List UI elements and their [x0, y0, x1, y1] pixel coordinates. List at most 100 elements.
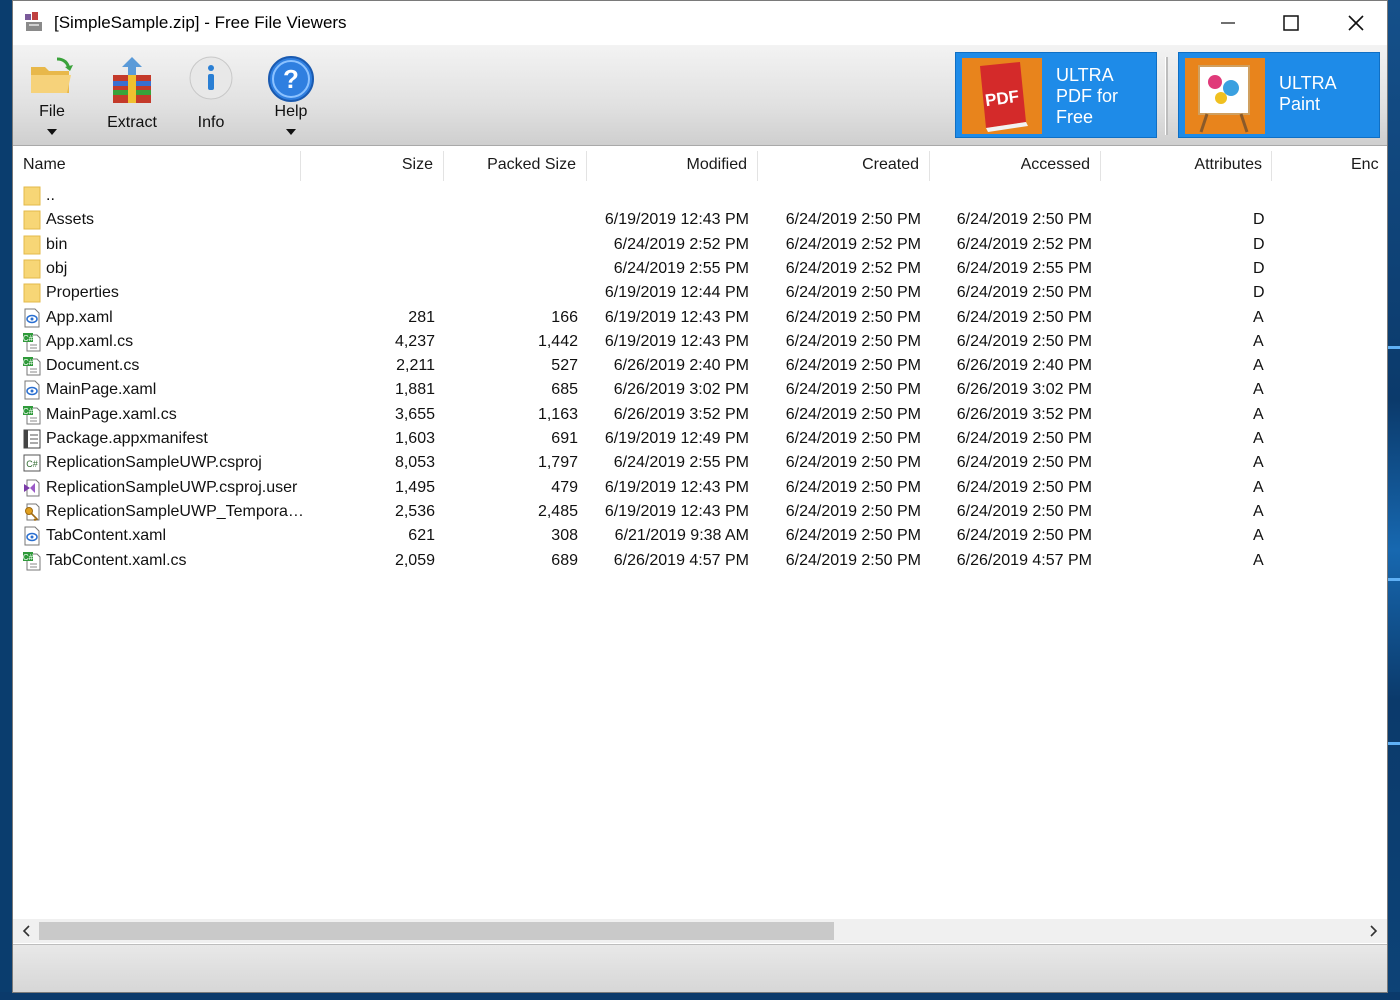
file-created: 6/24/2019 2:50 PM: [785, 454, 921, 472]
file-row[interactable]: MainPage.xaml 1,881 685 6/26/2019 3:02 PM 6/…: [13, 378, 1387, 402]
horizontal-scrollbar[interactable]: [13, 919, 1387, 943]
column-header-modified[interactable]: Modified: [687, 147, 747, 181]
file-size: 2,059: [394, 551, 435, 569]
extract-button[interactable]: Extract: [100, 53, 164, 143]
column-header-packed-size[interactable]: Packed Size: [487, 147, 576, 181]
column-header-name[interactable]: Name: [23, 147, 66, 181]
help-label: Help: [274, 103, 308, 120]
file-size: 1,495: [394, 478, 435, 496]
file-created: 6/24/2019 2:50 PM: [785, 308, 921, 326]
column-header-accessed[interactable]: Accessed: [1021, 147, 1090, 181]
ultra-pdf-line-3: Free: [1056, 107, 1094, 127]
desktop-background: [1386, 0, 1400, 1000]
file-accessed: 6/24/2019 2:50 PM: [956, 454, 1092, 472]
file-created: 6/24/2019 2:50 PM: [785, 332, 921, 350]
file-packed-size: 1,442: [537, 332, 578, 350]
file-packed-size: 689: [551, 551, 578, 569]
maximize-button[interactable]: [1258, 1, 1324, 45]
paint-easel-icon: [1185, 58, 1265, 134]
file-packed-size: 1,797: [537, 454, 578, 472]
folder-icon: [23, 210, 41, 230]
svg-text:C#: C#: [23, 334, 34, 343]
vs-file-icon: [23, 478, 41, 498]
scroll-right-button[interactable]: [1363, 919, 1385, 943]
column-header-row: Name Size Packed Size Modified Created A…: [13, 147, 1387, 181]
file-size: 8,053: [394, 454, 435, 472]
toolbar-divider: [1165, 57, 1168, 135]
help-question-icon: ?: [268, 56, 314, 102]
file-row[interactable]: C# Document.cs 2,211 527 6/26/2019 2:40 PM 6/…: [13, 354, 1387, 378]
chevron-right-icon: [1370, 925, 1378, 937]
file-row[interactable]: C# MainPage.xaml.cs 3,655 1,163 6/26/2019 3:…: [13, 403, 1387, 427]
file-accessed: 6/26/2019 3:52 PM: [956, 405, 1092, 423]
file-row[interactable]: obj 6/24/2019 2:55 PM 6/24/2019 2:52 PM 6/2…: [13, 257, 1387, 281]
ultra-paint-line-2: Paint: [1279, 94, 1321, 114]
ultra-pdf-line-1: ULTRA: [1056, 65, 1114, 85]
column-header-attributes[interactable]: Attributes: [1194, 147, 1262, 181]
minimize-button[interactable]: [1195, 1, 1261, 45]
scroll-left-button[interactable]: [15, 919, 37, 943]
file-attributes: D: [1253, 284, 1265, 302]
file-packed-size: 685: [551, 381, 578, 399]
file-row[interactable]: TabContent.xaml 621 308 6/21/2019 9:38 AM 6/…: [13, 524, 1387, 548]
file-row[interactable]: App.xaml 281 166 6/19/2019 12:43 PM 6/24/201…: [13, 306, 1387, 330]
file-row[interactable]: bin 6/24/2019 2:52 PM 6/24/2019 2:52 PM 6/2…: [13, 233, 1387, 257]
file-attributes: A: [1253, 527, 1264, 545]
file-accessed: 6/24/2019 2:52 PM: [956, 235, 1092, 253]
xaml-file-icon: [23, 380, 41, 400]
extract-archive-icon: [113, 57, 151, 103]
folder-icon: [23, 235, 41, 255]
file-name: Package.appxmanifest: [46, 430, 208, 447]
file-row[interactable]: C# TabContent.xaml.cs 2,059 689 6/26/2019 4:…: [13, 549, 1387, 573]
open-folder-icon: [31, 57, 73, 93]
extract-label: Extract: [107, 114, 157, 131]
info-button[interactable]: Info: [179, 53, 243, 143]
file-name: TabContent.xaml.cs: [46, 551, 187, 569]
file-attributes: A: [1253, 405, 1264, 423]
info-icon: [189, 56, 233, 100]
file-name: bin: [46, 235, 68, 253]
file-row[interactable]: Properties 6/19/2019 12:44 PM 6/24/2019 2:…: [13, 281, 1387, 305]
csharp-file-icon: C#: [23, 551, 41, 571]
file-accessed: 6/24/2019 2:50 PM: [956, 478, 1092, 496]
file-row[interactable]: ..: [13, 184, 1387, 208]
file-attributes: A: [1253, 381, 1264, 399]
file-menu-button[interactable]: File: [20, 53, 84, 143]
column-header-created[interactable]: Created: [862, 147, 919, 181]
column-header-encrypted[interactable]: Enc: [1351, 147, 1387, 181]
minimize-icon: [1221, 22, 1235, 24]
file-row[interactable]: ReplicationSampleUWP.csproj.user 1,495 479…: [13, 476, 1387, 500]
file-created: 6/24/2019 2:50 PM: [785, 430, 921, 447]
title-bar[interactable]: [SimpleSample.zip] - Free File Viewers: [13, 1, 1387, 45]
file-packed-size: 527: [551, 357, 578, 375]
file-created: 6/24/2019 2:52 PM: [785, 259, 921, 277]
file-accessed: 6/24/2019 2:50 PM: [956, 332, 1092, 350]
file-attributes: A: [1253, 454, 1264, 472]
file-row[interactable]: Package.appxmanifest 1,603 691 6/19/2019 12…: [13, 427, 1387, 451]
file-packed-size: 308: [551, 527, 578, 545]
svg-text:C#: C#: [26, 459, 38, 469]
file-accessed: 6/24/2019 2:50 PM: [956, 284, 1092, 302]
file-size: 621: [408, 527, 435, 545]
file-modified: 6/21/2019 9:38 AM: [614, 527, 749, 545]
file-row[interactable]: C# App.xaml.cs 4,237 1,442 6/19/2019 12:43 P…: [13, 330, 1387, 354]
help-menu-button[interactable]: ? Help: [259, 53, 323, 143]
scrollbar-thumb[interactable]: [39, 922, 834, 940]
ultra-paint-ad-button[interactable]: ULTRA Paint: [1178, 52, 1380, 138]
file-modified: 6/26/2019 4:57 PM: [613, 551, 749, 569]
close-button[interactable]: [1323, 1, 1387, 45]
file-modified: 6/19/2019 12:43 PM: [604, 211, 749, 229]
file-packed-size: 479: [551, 478, 578, 496]
file-row[interactable]: ReplicationSampleUWP_Temporar… 2,536 2,485…: [13, 500, 1387, 524]
file-name: TabContent.xaml: [46, 527, 167, 545]
file-accessed: 6/26/2019 2:40 PM: [956, 357, 1092, 375]
file-attributes: A: [1253, 478, 1264, 496]
file-accessed: 6/24/2019 2:50 PM: [956, 308, 1092, 326]
ultra-pdf-line-2: PDF for: [1056, 86, 1119, 106]
folder-icon: [23, 259, 41, 279]
ultra-pdf-ad-button[interactable]: PDF ULTRA PDF for Free: [955, 52, 1157, 138]
file-row[interactable]: C# ReplicationSampleUWP.csproj 8,053 1,797 6…: [13, 451, 1387, 475]
file-accessed: 6/26/2019 3:02 PM: [956, 381, 1092, 399]
column-header-size[interactable]: Size: [402, 147, 433, 181]
file-row[interactable]: Assets 6/19/2019 12:43 PM 6/24/2019 2:50 P…: [13, 208, 1387, 232]
